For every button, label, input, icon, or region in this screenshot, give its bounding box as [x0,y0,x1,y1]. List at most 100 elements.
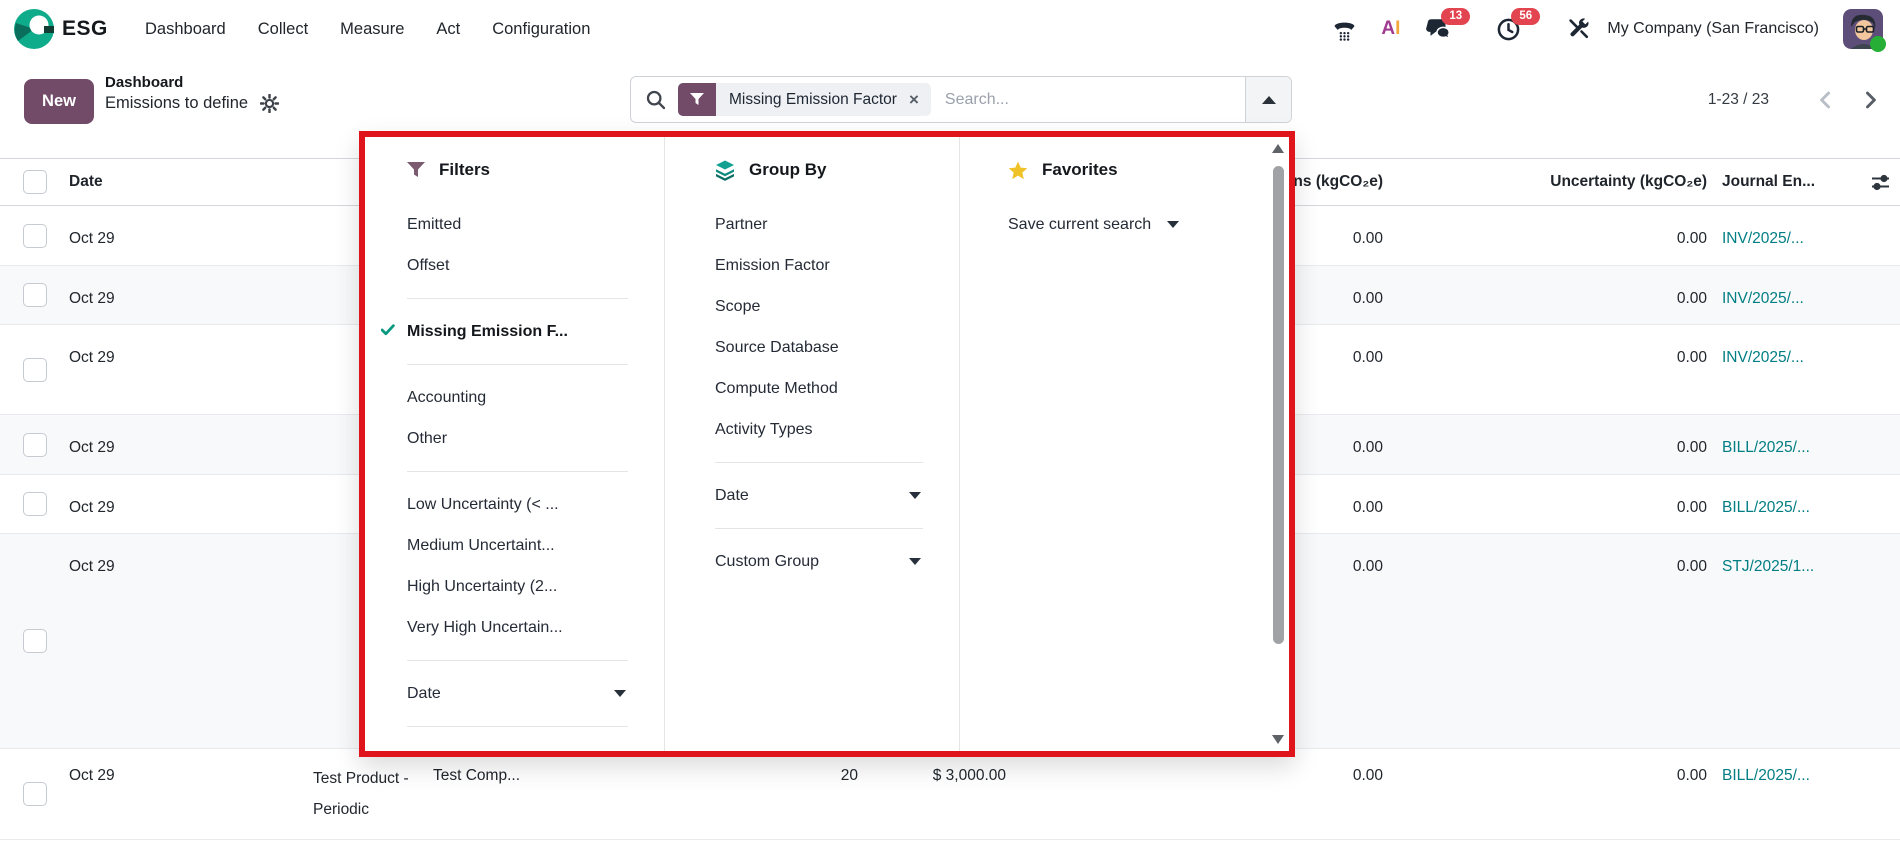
group-by-date-label: Date [715,487,749,505]
group-by-date-expander[interactable]: Date [715,475,959,516]
view-settings-gear-icon[interactable] [260,94,279,113]
favorites-star-icon [1008,161,1028,180]
caret-down-icon [614,690,626,697]
scroll-up-arrow-icon[interactable] [1272,144,1284,153]
group-by-activity-types[interactable]: Activity Types [715,409,959,450]
column-header-date[interactable]: Date [60,159,310,205]
search-options-toggle[interactable] [1245,77,1291,122]
breadcrumb-dashboard-link[interactable]: Dashboard [105,74,279,91]
cell-date: Oct 29 [60,475,310,533]
pager-next-button[interactable] [1857,87,1883,113]
filter-very-high-uncertainty[interactable]: Very High Uncertain... [407,607,664,648]
filter-date-expander[interactable]: Date [407,673,664,714]
filter-high-uncertainty[interactable]: High Uncertainty (2... [407,566,664,607]
group-by-source-database[interactable]: Source Database [715,327,959,368]
filter-funnel-icon [678,83,716,116]
facet-remove-icon[interactable]: × [903,83,931,116]
separator [407,298,628,299]
column-options-icon[interactable] [1871,174,1890,196]
group-by-title: Group By [749,160,826,180]
column-header-journal[interactable]: Journal En... [1707,159,1900,205]
row-checkbox[interactable] [23,283,47,307]
table-row[interactable]: Oct 29 Test Product - Periodic Test Comp… [0,749,1900,840]
cell-date: Oct 29 [60,266,310,324]
scrollbar-thumb[interactable] [1273,166,1284,644]
cell-uncertainty: 0.00 [1385,415,1707,474]
activities-clock-icon[interactable]: 56 [1496,17,1521,42]
row-checkbox[interactable] [23,433,47,457]
journal-entry-link[interactable]: INV/2025/... [1722,290,1804,307]
scroll-down-arrow-icon[interactable] [1272,735,1284,744]
filter-emitted[interactable]: Emitted [407,204,664,245]
save-current-search[interactable]: Save current search [1008,204,1289,245]
group-by-compute-method[interactable]: Compute Method [715,368,959,409]
dropdown-scrollbar[interactable] [1271,140,1286,748]
cell-product: Test Product - Periodic [310,749,430,839]
favorites-title: Favorites [1042,160,1118,180]
online-status-dot [1870,36,1886,52]
messages-badge: 13 [1441,8,1470,25]
filter-other[interactable]: Other [407,418,664,459]
phone-icon[interactable] [1332,17,1357,42]
menu-act[interactable]: Act [436,20,460,39]
tools-icon[interactable] [1567,17,1591,41]
group-by-partner[interactable]: Partner [715,204,959,245]
messages-icon[interactable]: 13 [1426,17,1452,41]
filter-medium-uncertainty[interactable]: Medium Uncertaint... [407,525,664,566]
menu-dashboard[interactable]: Dashboard [145,20,226,39]
row-checkbox[interactable] [23,629,47,653]
column-header-journal-label: Journal En... [1722,173,1815,191]
row-checkbox[interactable] [23,358,47,382]
search-placeholder[interactable]: Search... [945,91,1245,109]
row-checkbox[interactable] [23,224,47,248]
company-switcher[interactable]: My Company (San Francisco) [1607,20,1819,38]
facet-label: Missing Emission Factor [716,83,903,116]
search-options-dropdown: Filters Emitted Offset Missing Emission … [359,131,1295,757]
search-icon [646,90,666,110]
menu-measure[interactable]: Measure [340,20,404,39]
journal-entry-link[interactable]: BILL/2025/... [1722,767,1810,784]
cell-date: Oct 29 [60,325,310,414]
pager-previous-button[interactable] [1813,87,1839,113]
cell-uncertainty: 0.00 [1385,475,1707,533]
user-avatar[interactable] [1843,9,1883,49]
group-by-emission-factor[interactable]: Emission Factor [715,245,959,286]
menu-configuration[interactable]: Configuration [492,20,590,39]
column-header-uncertainty[interactable]: Uncertainty (kgCO₂e) [1385,159,1707,205]
row-checkbox[interactable] [23,492,47,516]
page-title: Emissions to define [105,94,248,113]
new-button[interactable]: New [24,79,94,124]
cell-uncertainty: 0.00 [1385,749,1707,839]
cell-date: Oct 29 [60,534,310,748]
search-bar[interactable]: Missing Emission Factor × Search... [630,76,1292,123]
filters-title: Filters [439,160,490,180]
caret-down-icon [909,492,921,499]
journal-entry-link[interactable]: STJ/2025/1... [1722,558,1814,575]
journal-entry-link[interactable]: INV/2025/... [1722,230,1804,247]
filter-low-uncertainty[interactable]: Low Uncertainty (< ... [407,484,664,525]
check-icon [381,324,395,336]
filter-offset[interactable]: Offset [407,245,664,286]
filters-funnel-icon [407,162,425,178]
journal-entry-link[interactable]: INV/2025/... [1722,349,1804,366]
cell-partner: Test Comp... [430,749,560,839]
nav-systray: AI 13 56 [1332,0,1883,58]
cell-date: Oct 29 [60,415,310,474]
cell-uncertainty: 0.00 [1385,206,1707,265]
menu-collect[interactable]: Collect [258,20,308,39]
filter-missing-emission-factor[interactable]: Missing Emission F... [407,311,664,352]
ai-icon[interactable]: AI [1381,18,1400,40]
group-by-scope[interactable]: Scope [715,286,959,327]
custom-group-expander[interactable]: Custom Group [715,541,959,582]
journal-entry-link[interactable]: BILL/2025/... [1722,499,1810,516]
separator [715,528,923,529]
group-by-layers-icon [715,160,735,181]
separator [407,726,628,727]
row-checkbox[interactable] [23,782,47,806]
journal-entry-link[interactable]: BILL/2025/... [1722,439,1810,456]
select-all-checkbox-cell [0,159,60,205]
cell-uncertainty: 0.00 [1385,325,1707,414]
select-all-checkbox[interactable] [23,170,47,194]
filter-accounting[interactable]: Accounting [407,377,664,418]
esg-logo-icon[interactable] [14,9,54,49]
